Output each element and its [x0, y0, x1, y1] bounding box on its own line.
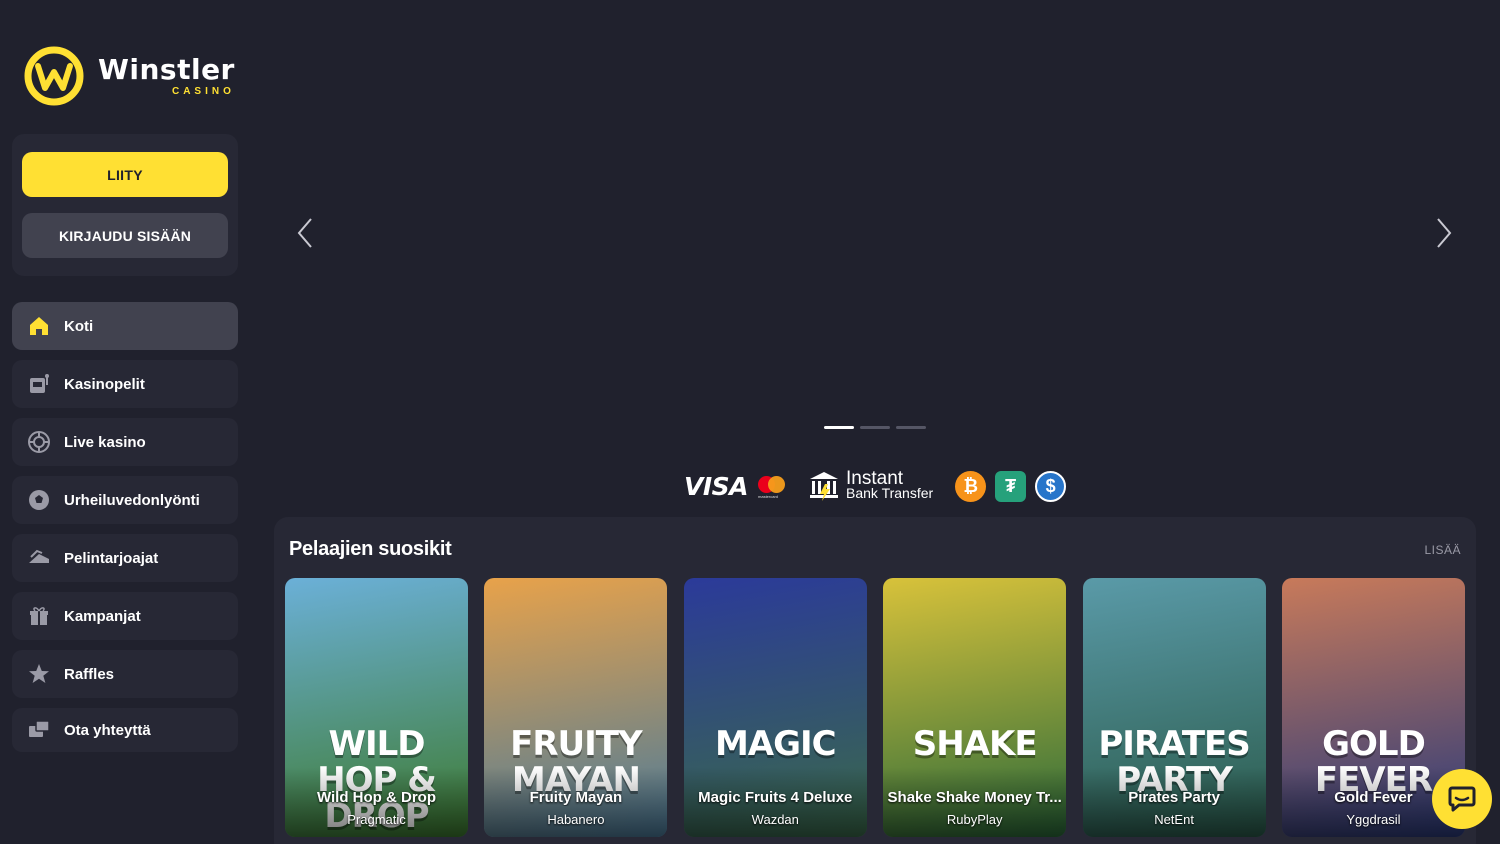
tether-icon: ₮ — [995, 470, 1027, 502]
nav-item-promotions[interactable]: Kampanjat — [12, 592, 238, 640]
gift-icon — [27, 604, 51, 628]
soccer-ball-icon — [27, 488, 51, 512]
game-provider: RubyPlay — [946, 812, 1003, 827]
game-name: Pirates Party — [1128, 789, 1220, 806]
instant-bank-transfer-logo: Instant Bank Transfer — [808, 469, 933, 502]
game-card[interactable]: PIRATES PARTY Pirates Party NetEnt — [1082, 578, 1266, 837]
nav-item-raffles[interactable]: Raffles — [12, 650, 238, 698]
carousel-next-button[interactable] — [1432, 216, 1456, 250]
game-card[interactable]: SHAKE Shake Shake Money Tr... RubyPlay — [883, 578, 1067, 837]
game-card[interactable]: WILD HOP & DROP Wild Hop & Drop Pragmati… — [285, 578, 468, 837]
providers-icon — [27, 546, 51, 570]
nav-item-label: Pelintarjoajat — [64, 549, 159, 567]
visa-logo: VISA — [684, 471, 749, 501]
join-button[interactable]: LIITY — [22, 152, 228, 197]
chat-bubble-icon — [1448, 786, 1476, 812]
nav-item-live-casino[interactable]: Live kasino — [12, 418, 238, 466]
live-chat-button[interactable] — [1432, 769, 1492, 829]
nav-item-label: Kampanjat — [64, 607, 141, 625]
chevron-left-icon — [297, 218, 312, 248]
game-name: Magic Fruits 4 Deluxe — [698, 789, 853, 806]
player-favourites-section: Pelaajien suosikit LISÄÄ WILD HOP & DROP… — [274, 517, 1476, 844]
carousel-dot[interactable] — [860, 426, 890, 429]
nav-item-label: Urheiluvedonlyönti — [64, 491, 200, 509]
slot-machine-icon — [27, 372, 51, 396]
brand-subtitle: CASINO — [171, 85, 235, 97]
game-name: Shake Shake Money Tr... — [887, 789, 1062, 806]
games-row: WILD HOP & DROP Wild Hop & Drop Pragmati… — [285, 578, 1465, 837]
mastercard-logo: mastercard — [758, 474, 788, 499]
star-icon — [27, 662, 51, 686]
nav-item-contact[interactable]: Ota yhteyttä — [12, 708, 238, 752]
sidebar: Winstler CASINO LIITY KIRJAUDU SISÄÄN Ko… — [0, 0, 250, 844]
nav-item-label: Ota yhteyttä — [64, 721, 151, 739]
nav-item-label: Raffles — [64, 665, 115, 683]
game-provider: NetEnt — [1154, 812, 1194, 827]
winstler-logo-icon — [24, 46, 84, 106]
game-name: Wild Hop & Drop — [316, 789, 436, 806]
game-art-title: MAGIC — [714, 724, 837, 764]
game-card[interactable]: MAGIC Magic Fruits 4 Deluxe Wazdan — [683, 578, 867, 837]
brand-name: Winstler — [98, 52, 235, 86]
home-icon — [27, 314, 51, 338]
roulette-icon — [27, 430, 51, 454]
carousel-prev-button[interactable] — [293, 216, 317, 250]
carousel-dot[interactable] — [824, 426, 854, 429]
contact-icon — [27, 718, 51, 742]
bank-icon — [810, 472, 839, 501]
nav-item-home[interactable]: Koti — [12, 302, 238, 350]
game-provider: Habanero — [547, 812, 605, 827]
game-provider: Wazdan — [751, 812, 799, 827]
bitcoin-icon: ₿ — [955, 470, 987, 502]
carousel-dot[interactable] — [896, 426, 926, 429]
usdc-icon: $ — [1035, 470, 1067, 502]
carousel-dots — [824, 426, 932, 429]
game-art-title: SHAKE — [912, 724, 1038, 764]
payment-methods: VISA mastercard Instant Bank Transfer ₿ … — [684, 466, 1067, 506]
chevron-right-icon — [1437, 218, 1452, 248]
more-link[interactable]: LISÄÄ — [1424, 543, 1461, 557]
nav-item-casino-games[interactable]: Kasinopelit — [12, 360, 238, 408]
game-card[interactable]: FRUITY MAYAN Fruity Mayan Habanero — [484, 578, 668, 837]
game-name: Fruity Mayan — [529, 789, 623, 806]
nav-item-label: Kasinopelit — [64, 375, 145, 393]
main-nav: Koti Kasinopelit Live kasino Urheiluvedo… — [12, 302, 238, 762]
nav-item-providers[interactable]: Pelintarjoajat — [12, 534, 238, 582]
nav-item-label: Live kasino — [64, 433, 146, 451]
nav-item-sports-betting[interactable]: Urheiluvedonlyönti — [12, 476, 238, 524]
auth-panel: LIITY KIRJAUDU SISÄÄN — [12, 134, 238, 276]
game-provider: Pragmatic — [347, 812, 406, 827]
nav-item-label: Koti — [64, 317, 94, 335]
site-logo[interactable]: Winstler CASINO — [24, 46, 235, 106]
section-title: Pelaajien suosikit — [289, 538, 452, 560]
login-button[interactable]: KIRJAUDU SISÄÄN — [22, 213, 228, 258]
